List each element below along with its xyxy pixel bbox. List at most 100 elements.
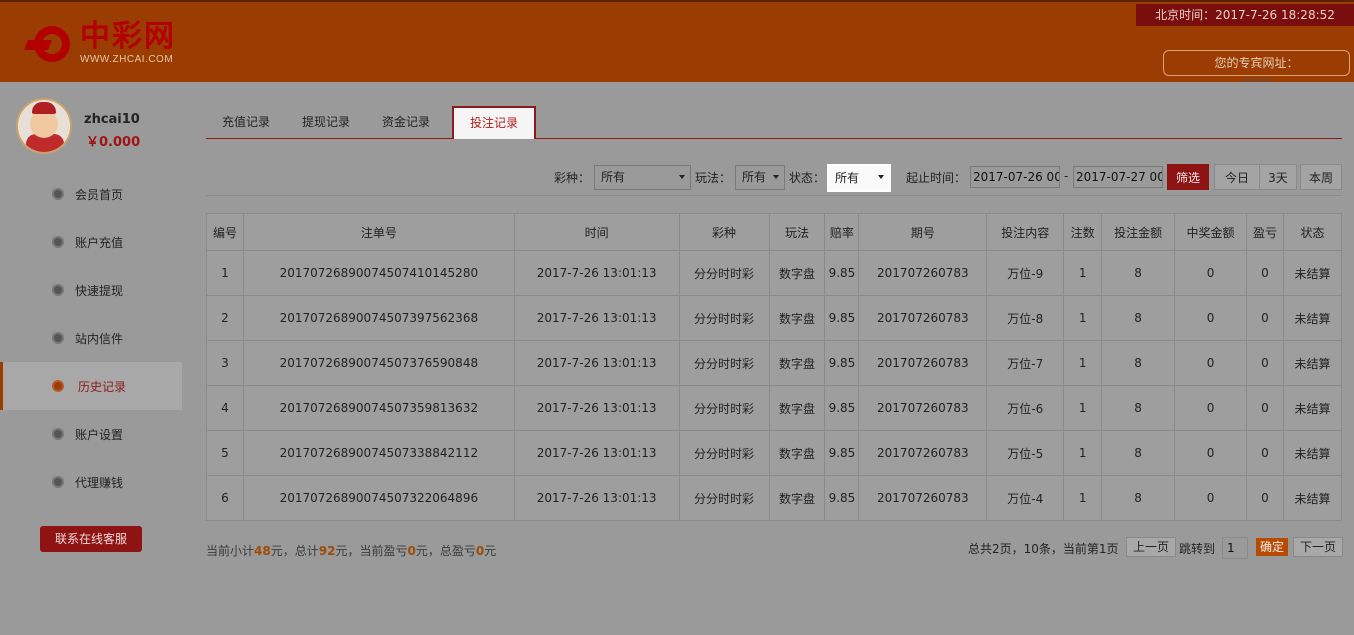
lottery-select-value: 所有 bbox=[601, 170, 626, 184]
sidebar-item-deposit[interactable]: 账户充值 bbox=[0, 218, 182, 266]
mail-icon bbox=[52, 332, 64, 344]
table-cell: 未结算 bbox=[1282, 340, 1343, 386]
deposit-icon bbox=[52, 236, 64, 248]
summary-label: 元，当前盈亏 bbox=[335, 544, 408, 558]
tab-deposit-records[interactable]: 充值记录 bbox=[206, 106, 286, 139]
table-cell: 2017-7-26 13:01:13 bbox=[513, 430, 680, 476]
sidebar-item-label: 站内信件 bbox=[75, 331, 124, 346]
site-logo[interactable]: 中彩网 WWW.ZHCAI.COM bbox=[24, 20, 176, 70]
sidebar-item-label: 代理赚钱 bbox=[75, 475, 124, 490]
table-cell: 20170726890074507410145280 bbox=[242, 250, 515, 296]
sidebar-item-settings[interactable]: 账户设置 bbox=[0, 410, 182, 458]
main-content: 充值记录 提现记录 资金记录 投注记录 彩种： 所有 玩法： 所有 状态： 所有… bbox=[182, 82, 1354, 635]
tab-fund-records[interactable]: 资金记录 bbox=[366, 106, 446, 139]
table-cell: 20170726890074507397562368 bbox=[242, 295, 515, 341]
table-cell: 5 bbox=[206, 430, 244, 476]
table-cell: 201707260783 bbox=[858, 250, 988, 296]
tab-withdraw-records[interactable]: 提现记录 bbox=[286, 106, 366, 139]
date-range-label: 起止时间： bbox=[906, 171, 967, 185]
status-select-value: 所有 bbox=[835, 171, 860, 185]
this-week-button[interactable]: 本周 bbox=[1300, 164, 1342, 190]
sidebar-item-label: 会员首页 bbox=[75, 187, 124, 202]
sidebar-item-mail[interactable]: 站内信件 bbox=[0, 314, 182, 362]
table-row: 4 20170726890074507359813632 2017-7-26 13:… bbox=[206, 385, 1343, 431]
filter-bar: 彩种： 所有 玩法： 所有 状态： 所有 起止时间： 2017-07-26 00… bbox=[206, 162, 1342, 196]
username: zhcai10 bbox=[84, 112, 140, 127]
play-select[interactable]: 所有 bbox=[735, 165, 785, 190]
col-header: 时间 bbox=[513, 213, 680, 251]
table-cell: 1 bbox=[1063, 340, 1103, 386]
table-cell: 未结算 bbox=[1282, 385, 1343, 431]
subtotal-value: 48 bbox=[254, 544, 271, 558]
table-cell: 20170726890074507359813632 bbox=[242, 385, 515, 431]
table-cell: 9.85 bbox=[824, 340, 860, 386]
col-header: 注单号 bbox=[242, 213, 515, 251]
confirm-jump-button[interactable]: 确定 bbox=[1256, 538, 1289, 556]
table-cell: 数字盘 bbox=[768, 340, 826, 386]
table-cell: 9.85 bbox=[824, 430, 860, 476]
table-cell: 9.85 bbox=[824, 385, 860, 431]
table-row: 6 20170726890074507322064896 2017-7-26 13:… bbox=[206, 475, 1343, 521]
table-cell: 8 bbox=[1101, 340, 1176, 386]
table-cell: 2017-7-26 13:01:13 bbox=[513, 340, 680, 386]
avatar[interactable] bbox=[16, 98, 72, 154]
sidebar-menu: 会员首页 账户充值 快速提现 站内信件 历史记录 账户设置 代理赚钱 bbox=[0, 170, 182, 506]
logo-name: 中彩网 bbox=[80, 19, 176, 54]
table-cell: 0 bbox=[1174, 340, 1247, 386]
page-jump-input[interactable]: 1 bbox=[1222, 537, 1248, 559]
tab-bet-records[interactable]: 投注记录 bbox=[452, 106, 537, 139]
balance: ￥0.000 bbox=[86, 135, 141, 150]
sidebar-item-label: 账户设置 bbox=[75, 427, 124, 442]
total-value: 92 bbox=[318, 544, 336, 558]
contact-service-button[interactable]: 联系在线客服 bbox=[40, 526, 142, 552]
table-cell: 万位-9 bbox=[986, 250, 1065, 296]
table-cell: 万位-6 bbox=[986, 385, 1065, 431]
prev-page-button[interactable]: 上一页 bbox=[1126, 537, 1177, 557]
pagination-info: 总共2页，10条，当前第1页 bbox=[968, 542, 1119, 556]
sidebar-item-withdraw[interactable]: 快速提现 bbox=[0, 266, 182, 314]
table-cell: 201707260783 bbox=[858, 430, 988, 476]
table-cell: 分分时时彩 bbox=[678, 295, 770, 341]
home-icon bbox=[52, 188, 64, 200]
filter-button[interactable]: 筛选 bbox=[1167, 164, 1209, 190]
table-cell: 分分时时彩 bbox=[678, 475, 770, 521]
lottery-label: 彩种： bbox=[554, 171, 591, 185]
sidebar-item-label: 账户充值 bbox=[75, 235, 124, 250]
table-cell: 0 bbox=[1246, 475, 1284, 521]
status-select[interactable]: 所有 bbox=[827, 164, 891, 192]
table-cell: 0 bbox=[1246, 250, 1284, 296]
table-cell: 8 bbox=[1101, 250, 1176, 296]
today-button[interactable]: 今日 bbox=[1214, 164, 1260, 190]
table-row: 5 20170726890074507338842112 2017-7-26 13:… bbox=[206, 430, 1343, 476]
table-row: 1 20170726890074507410145280 2017-7-26 13:… bbox=[206, 250, 1343, 296]
withdraw-icon bbox=[52, 284, 64, 296]
three-days-button[interactable]: 3天 bbox=[1259, 164, 1297, 190]
col-header: 投注内容 bbox=[986, 213, 1065, 251]
table-cell: 数字盘 bbox=[768, 385, 826, 431]
date-to-input[interactable]: 2017-07-27 00: bbox=[1073, 166, 1163, 188]
logo-domain: WWW.ZHCAI.COM bbox=[80, 54, 174, 65]
col-header: 盈亏 bbox=[1246, 213, 1284, 251]
table-cell: 9.85 bbox=[824, 250, 860, 296]
table-cell: 分分时时彩 bbox=[678, 250, 770, 296]
table-row: 2 20170726890074507397562368 2017-7-26 13:… bbox=[206, 295, 1343, 341]
table-cell: 9.85 bbox=[824, 475, 860, 521]
sidebar-item-label: 历史记录 bbox=[78, 379, 127, 394]
table-cell: 万位-8 bbox=[986, 295, 1065, 341]
chevron-down-icon bbox=[773, 175, 779, 179]
next-page-button[interactable]: 下一页 bbox=[1293, 537, 1344, 557]
sidebar-item-home[interactable]: 会员首页 bbox=[0, 170, 182, 218]
col-header: 中奖金额 bbox=[1174, 213, 1247, 251]
chevron-down-icon bbox=[679, 175, 685, 179]
table-cell: 4 bbox=[206, 385, 244, 431]
sidebar-item-history[interactable]: 历史记录 bbox=[0, 362, 182, 410]
vip-url-box[interactable]: 您的专宾网址： bbox=[1163, 50, 1350, 76]
table-row: 3 20170726890074507376590848 2017-7-26 13:… bbox=[206, 340, 1343, 386]
summary-label: 元，总盈亏 bbox=[415, 544, 476, 558]
table-cell: 未结算 bbox=[1282, 475, 1343, 521]
date-from-input[interactable]: 2017-07-26 00: bbox=[970, 166, 1060, 188]
table-cell: 201707260783 bbox=[858, 295, 988, 341]
sidebar-item-agent[interactable]: 代理赚钱 bbox=[0, 458, 182, 506]
record-tabs: 充值记录 提现记录 资金记录 投注记录 bbox=[206, 106, 1342, 139]
lottery-select[interactable]: 所有 bbox=[594, 165, 691, 190]
